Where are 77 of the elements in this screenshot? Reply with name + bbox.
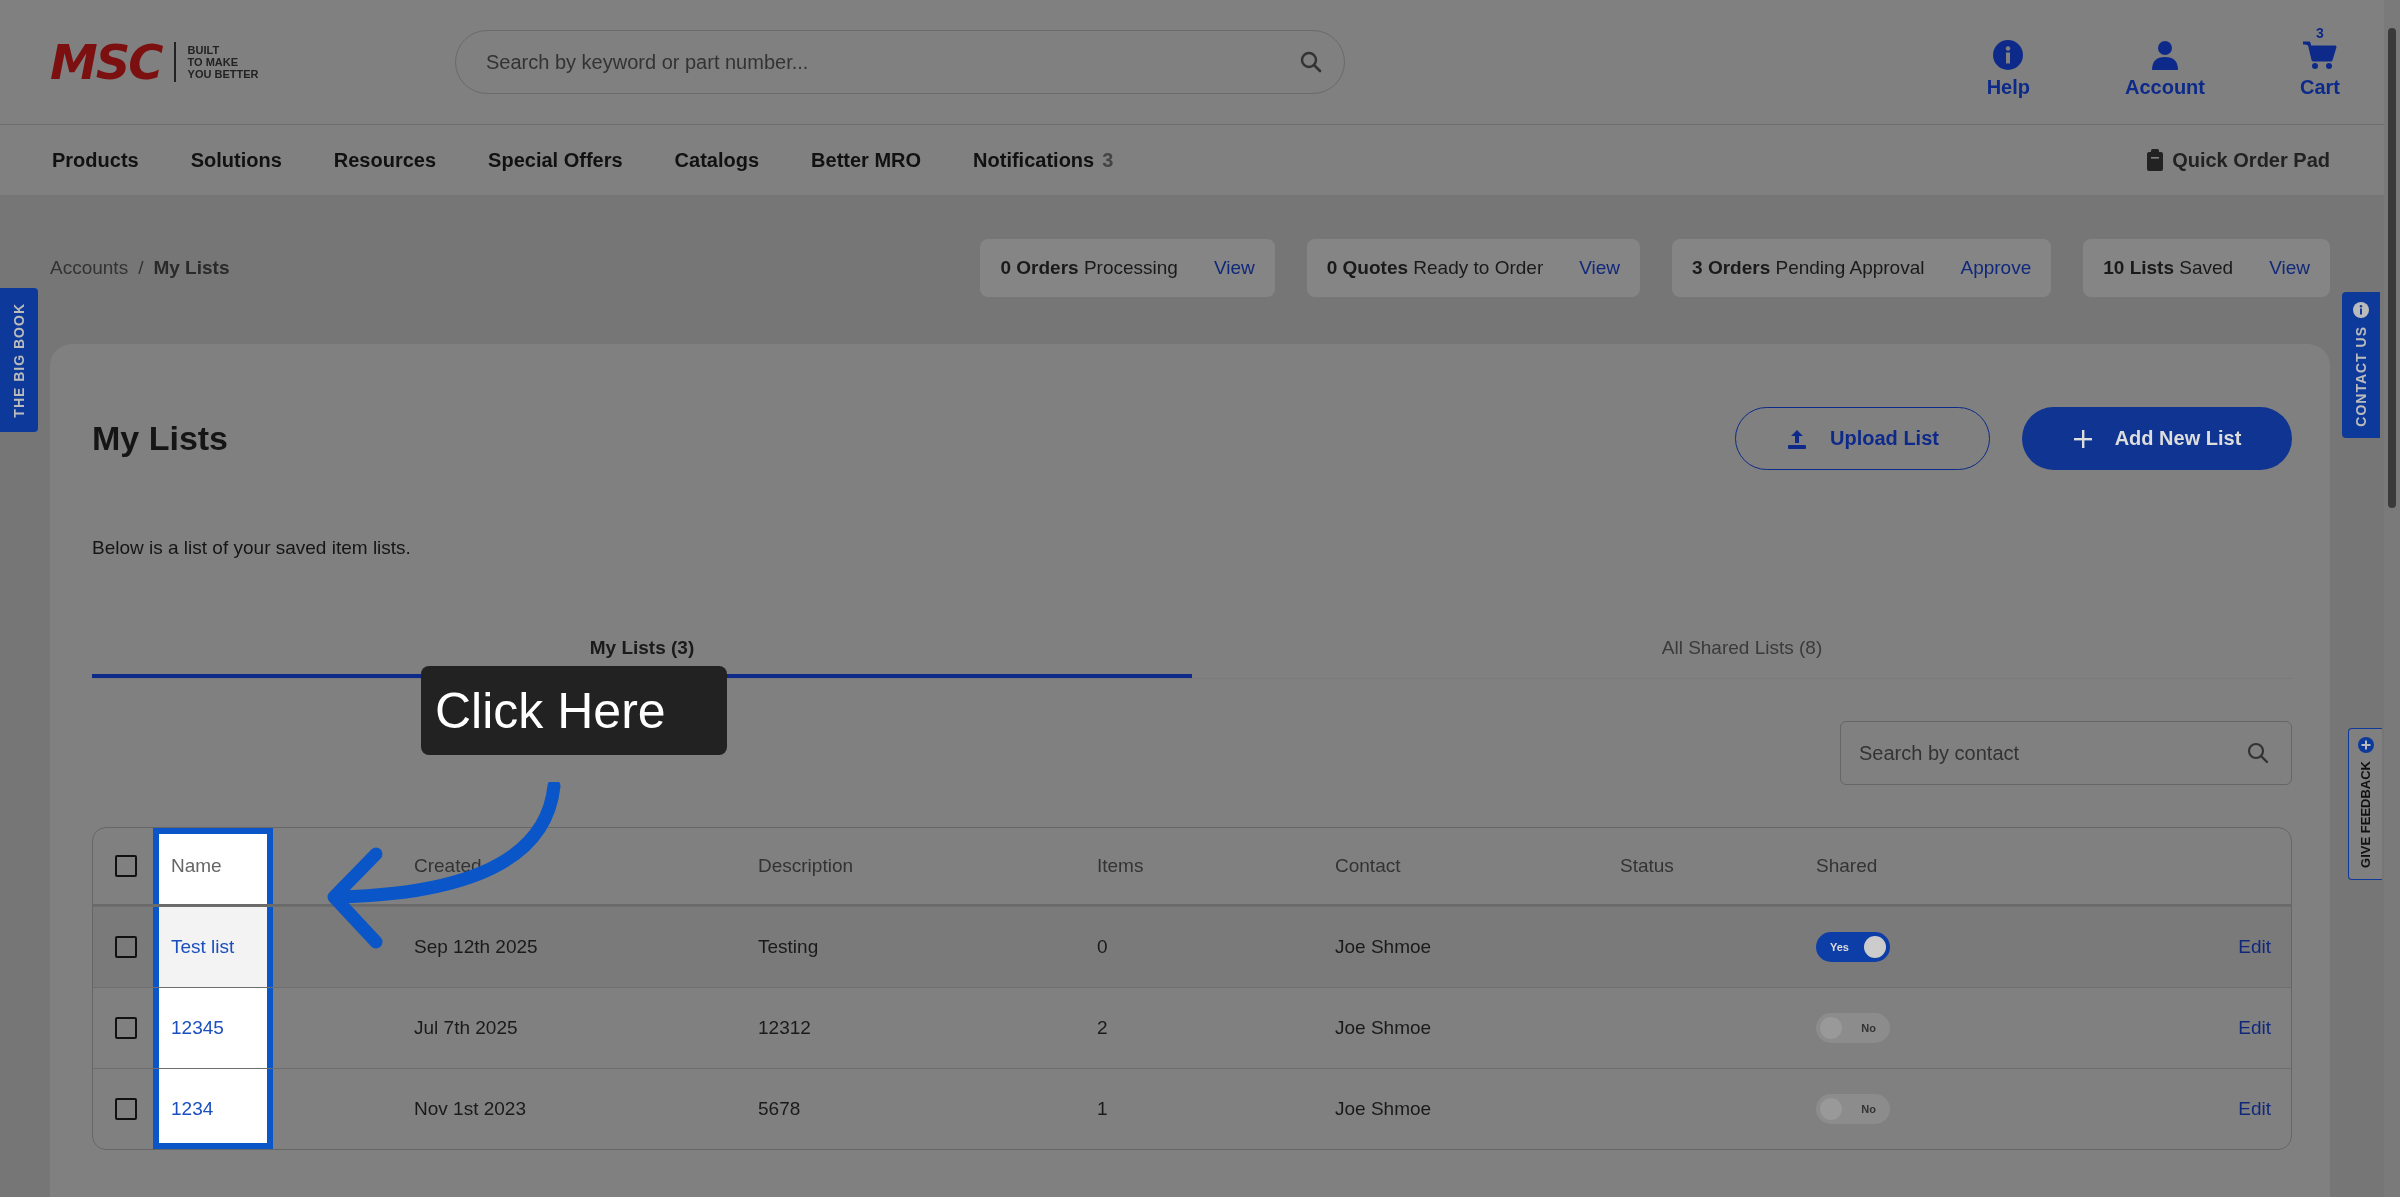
list-tab[interactable]: All Shared Lists (8) [1192,621,2292,678]
edit-link[interactable]: Edit [2238,1098,2271,1120]
summary-text: 0 Quotes Ready to Order [1326,257,1544,279]
shared-toggle[interactable]: No [1816,1094,1890,1124]
cart-count: 3 [2316,25,2324,40]
plus-circle-icon [2357,737,2374,753]
nav-link[interactable]: Catalogs [674,148,760,172]
notification-count: 3 [1102,148,1114,172]
shared-toggle[interactable]: Yes [1816,932,1890,962]
row-checkbox[interactable] [115,1098,137,1120]
table-cell-text: 12312 [758,1016,812,1040]
summary-text: 3 Orders Pending Approval [1692,257,1925,279]
click-here-tooltip: Click Here [421,666,727,755]
table-cell-text: Jul 7th 2025 [413,1016,519,1040]
table-cell-text: 1 [1097,1097,1109,1121]
table-cell-text: Joe Shmoe [1335,935,1433,959]
big-book-tab[interactable]: THE BIG BOOK [0,288,38,432]
search-field[interactable]: Search by keyword or part number... [455,30,1345,94]
nav-link[interactable]: Notifications [973,148,1095,172]
help-button[interactable]: Help [1986,39,2030,99]
column-header: Items [1097,854,1145,878]
contact-search-field[interactable]: Search by contact [1840,721,2292,785]
nav-link[interactable]: Products [52,148,139,172]
upload-icon [1786,427,1809,450]
table-cell-text: Sep 12th 2025 [413,935,539,959]
search-icon[interactable] [1299,50,1323,74]
search-icon [2246,741,2270,765]
list-name-link[interactable]: Test list [171,936,235,958]
info-icon [2353,302,2369,318]
page-title: My Lists [92,419,229,458]
edit-link[interactable]: Edit [2238,1017,2271,1039]
nav-link[interactable]: Special Offers [488,148,623,172]
contact-us-tab[interactable]: CONTACT US [2342,292,2380,438]
person-icon [2150,39,2180,70]
table-cell-text: Testing [758,935,820,959]
column-header: Shared [1816,854,1879,878]
scrollbar[interactable] [2384,0,2400,1197]
table-cell-text: 5678 [758,1097,802,1121]
table-cell-text: Joe Shmoe [1335,1097,1433,1121]
msc-logo[interactable]: MSC BUILT TO MAKE YOU BETTER [50,34,315,90]
list-name-link[interactable]: 12345 [171,1017,224,1039]
page-description: Below is a list of your saved item lists. [92,537,412,559]
column-header: Status [1620,854,1675,878]
column-header: Name [153,828,273,904]
quick-order-pad-link[interactable]: Quick Order Pad [2147,148,2330,172]
column-header: Description [758,854,855,878]
summary-text: 10 Lists Saved [2103,257,2234,279]
breadcrumb-link[interactable]: My Lists [153,257,230,279]
row-checkbox[interactable] [115,936,137,958]
table-cell-text: Nov 1st 2023 [413,1097,527,1121]
summary-link[interactable]: View [2269,257,2310,279]
cart-icon [2303,39,2337,70]
nav-link[interactable]: Better MRO [811,148,922,172]
summary-link[interactable]: Approve [1960,257,2032,279]
clipboard-icon [2147,149,2164,171]
summary-link[interactable]: View [1213,257,1255,279]
column-header: Contact [1335,854,1402,878]
edit-link[interactable]: Edit [2238,936,2271,958]
cart-button[interactable]: 3 Cart [2300,25,2340,99]
summary-link[interactable]: View [1579,257,1621,279]
give-feedback-tab[interactable]: GIVE FEEDBACK [2348,728,2382,880]
row-checkbox[interactable] [115,1017,137,1039]
table-cell-text: 2 [1097,1016,1109,1040]
nav-link[interactable]: Resources [333,148,437,172]
summary-text: 0 Orders Processing [1000,257,1178,279]
select-all-checkbox[interactable] [115,855,137,877]
add-list-button[interactable]: Add New List [2022,407,2292,470]
table-cell-text: Joe Shmoe [1335,1016,1433,1040]
table-cell-text: 0 [1097,935,1109,959]
list-name-link[interactable]: 1234 [171,1098,214,1120]
info-icon [1993,39,2024,70]
breadcrumb-separator: / [138,257,144,279]
shared-toggle[interactable]: No [1816,1013,1890,1043]
breadcrumb-link[interactable]: Accounts [50,257,129,279]
account-button[interactable]: Account [2125,39,2205,99]
plus-icon [2072,428,2093,449]
nav-link[interactable]: Solutions [190,148,282,172]
